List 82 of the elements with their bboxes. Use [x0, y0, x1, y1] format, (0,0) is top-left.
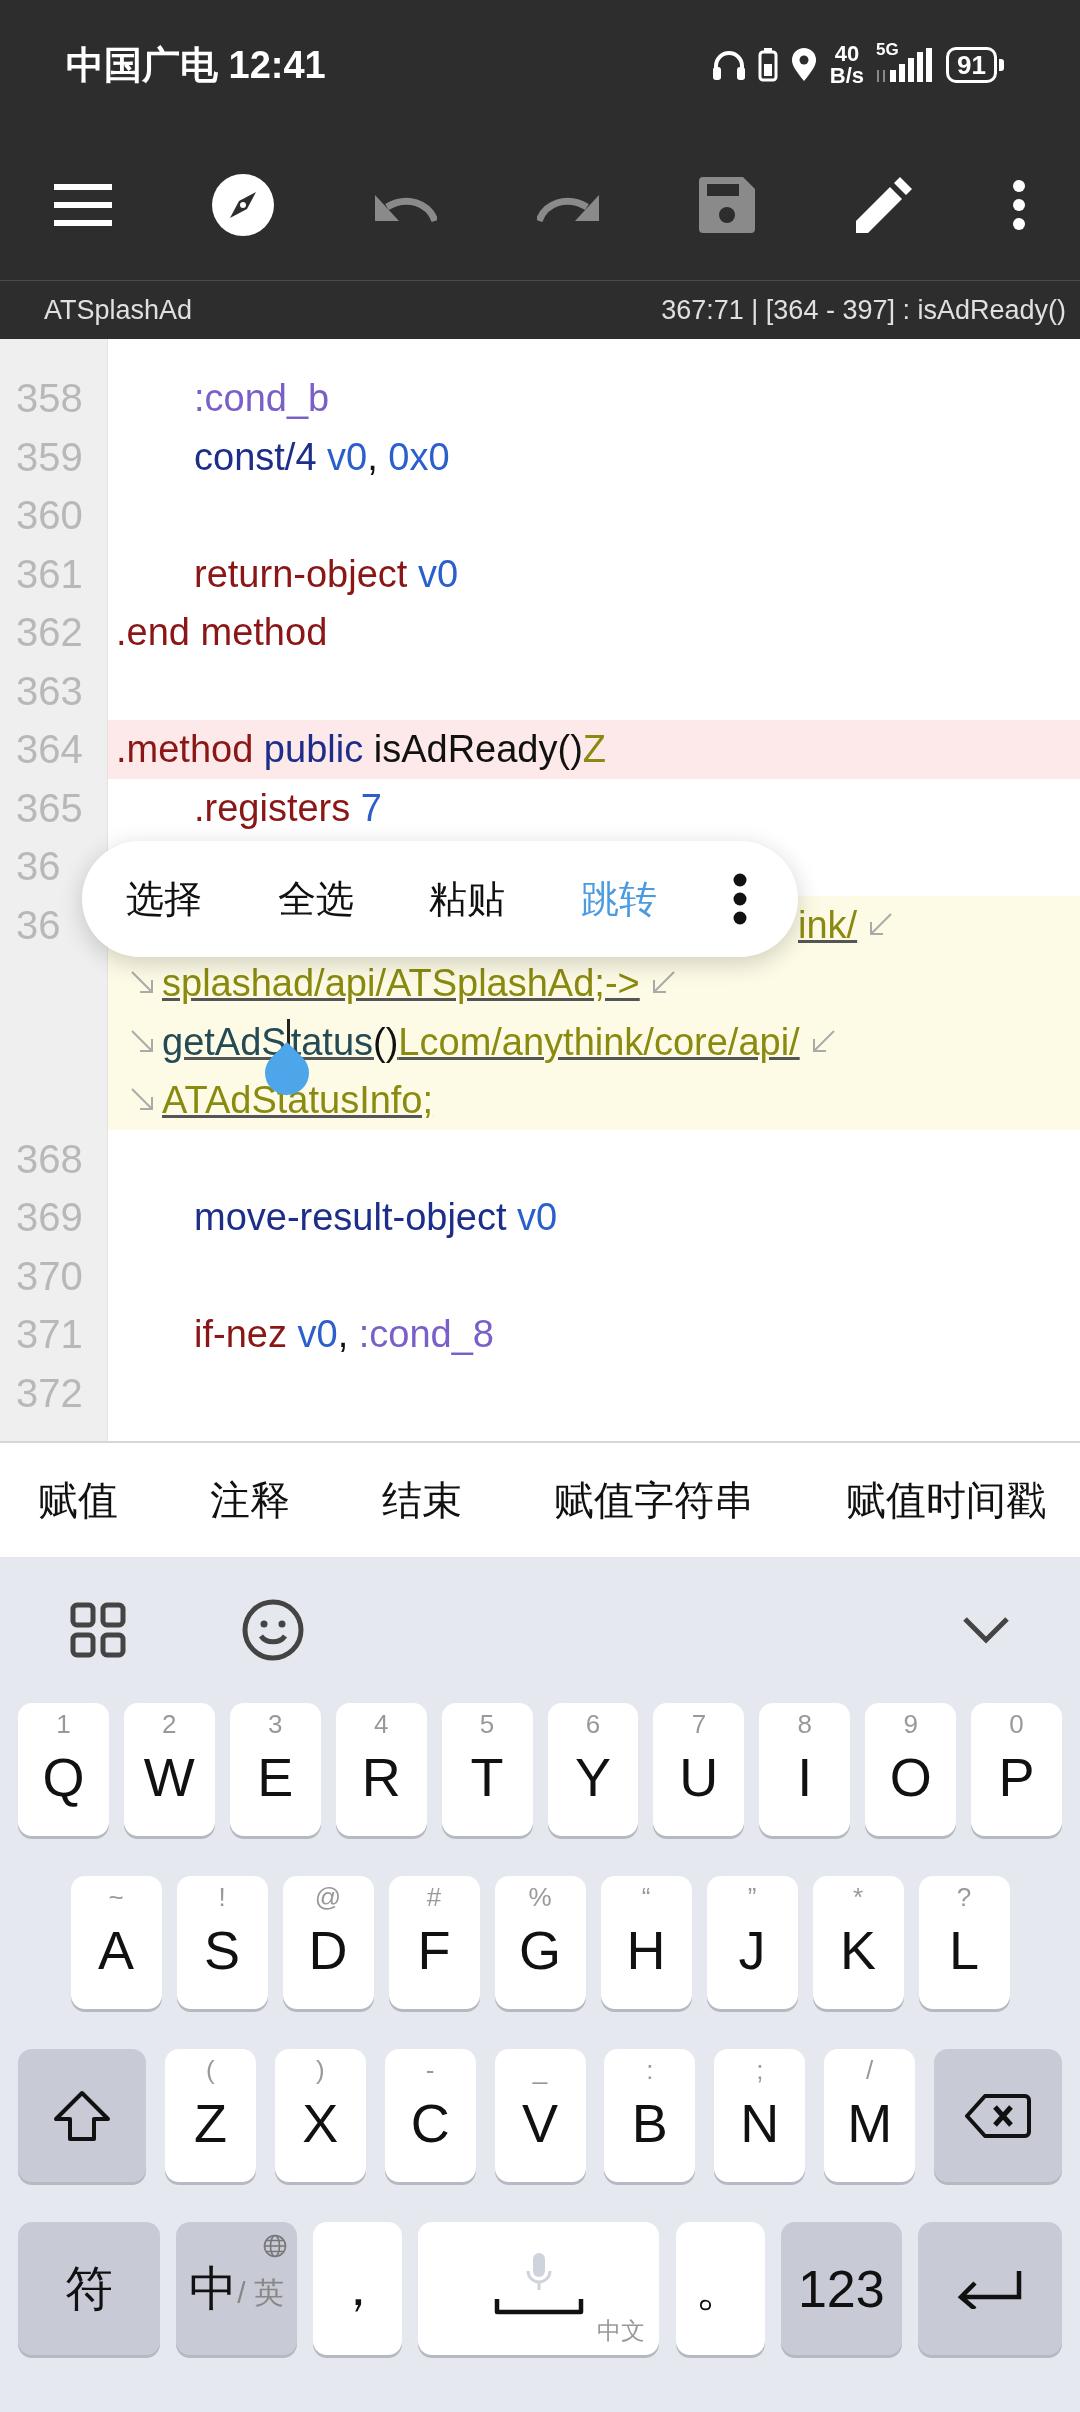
battery-icon: [757, 48, 778, 82]
letter-key[interactable]: 4 R: [335, 1703, 427, 1836]
space-icon: [493, 2296, 584, 2315]
letter-key[interactable]: - C: [384, 2049, 476, 2182]
letter-key[interactable]: 0 P: [971, 1703, 1063, 1836]
code-line: ATAdStatusInfo;: [162, 1078, 434, 1124]
code-line: if-nez v0, :cond_8: [193, 1312, 494, 1358]
letter-key[interactable]: ) X: [274, 2049, 366, 2182]
letter-key[interactable]: # F: [388, 1876, 480, 2009]
menu-item[interactable]: 粘贴: [429, 873, 505, 925]
code-line: .registers 7: [193, 785, 382, 831]
numbers-key[interactable]: 123: [780, 2222, 902, 2355]
letter-key[interactable]: 7 U: [653, 1703, 745, 1836]
compass-icon[interactable]: [212, 174, 275, 236]
suggestion-item[interactable]: 结束: [382, 1472, 462, 1528]
backspace-icon: [965, 2092, 1031, 2139]
chevron-down-icon[interactable]: [962, 1616, 1010, 1644]
location-icon: [789, 48, 818, 82]
globe-icon: [263, 2234, 288, 2258]
battery-tip: [999, 59, 1004, 71]
letter-key[interactable]: ! S: [176, 1876, 268, 2009]
microphone-icon: [525, 2252, 552, 2291]
code-line: const/4 v0, 0x0: [193, 434, 450, 480]
suggestion-item[interactable]: 注释: [210, 1472, 290, 1528]
pencil-icon[interactable]: [855, 177, 912, 233]
wrap-icon: [130, 1028, 156, 1055]
lang-key[interactable]: 中/ 英: [176, 2222, 298, 2355]
code-line: getAdS: [162, 1019, 287, 1065]
net-speed-unit: B/s: [829, 65, 865, 87]
net-speed: 40: [834, 43, 860, 65]
menu-item[interactable]: 全选: [277, 873, 354, 925]
code-line: move-result-object v0: [193, 1195, 558, 1241]
enter-icon: [956, 2268, 1023, 2309]
punct-key[interactable]: ，: [313, 2222, 403, 2355]
letter-key[interactable]: 8 I: [759, 1703, 851, 1836]
emoji-icon[interactable]: [242, 1599, 304, 1661]
network-type: 5G: [876, 40, 899, 60]
suggestion-item[interactable]: 赋值时间戳: [846, 1472, 1046, 1528]
letter-key[interactable]: 9 O: [865, 1703, 957, 1836]
letter-key[interactable]: / M: [824, 2049, 916, 2182]
menu-icon[interactable]: [54, 183, 112, 227]
shift-icon: [53, 2089, 111, 2142]
battery-level: 91: [946, 47, 997, 83]
code-line: .end method: [116, 610, 328, 656]
code-line: :cond_b: [193, 376, 330, 422]
shift-key[interactable]: [18, 2049, 146, 2182]
letter-key[interactable]: 6 Y: [547, 1703, 639, 1836]
letter-key[interactable]: 5 T: [441, 1703, 533, 1836]
letter-key[interactable]: ( Z: [164, 2049, 256, 2182]
code-line: ink/: [798, 902, 858, 948]
suggestion-item[interactable]: 赋值字符串: [554, 1472, 754, 1528]
symbols-key[interactable]: 符: [18, 2222, 160, 2355]
suggestion-item[interactable]: 赋值: [38, 1472, 118, 1528]
letter-key[interactable]: @ D: [282, 1876, 374, 2009]
letter-key[interactable]: ? L: [918, 1876, 1010, 2009]
grid-icon[interactable]: [70, 1602, 126, 1658]
code-line: tatus()Lcom/anythink/core/api/: [290, 1019, 800, 1065]
menu-item[interactable]: 选择: [126, 873, 202, 925]
more-icon[interactable]: [1011, 179, 1026, 231]
carrier-time: 中国广电 12:41: [66, 42, 326, 88]
letter-key[interactable]: 1 Q: [17, 1703, 109, 1836]
letter-key[interactable]: ; N: [714, 2049, 806, 2182]
wrap-icon: [867, 911, 894, 938]
letter-key[interactable]: _ V: [494, 2049, 586, 2182]
letter-key[interactable]: 3 E: [229, 1703, 321, 1836]
backspace-key[interactable]: [934, 2049, 1062, 2182]
cursor-position: 367:71 | [364 - 397] : isAdReady(): [661, 294, 1066, 326]
enter-key[interactable]: [917, 2222, 1062, 2355]
letter-key[interactable]: * K: [812, 1876, 904, 2009]
more-icon[interactable]: [732, 873, 748, 925]
letter-key[interactable]: 2 W: [123, 1703, 215, 1836]
code-line: return-object v0: [193, 551, 459, 597]
code-line: splashad/api/ATSplashAd;->: [162, 961, 640, 1007]
letter-key[interactable]: “ H: [600, 1876, 692, 2009]
letter-key[interactable]: % G: [494, 1876, 586, 2009]
punct-key[interactable]: 。: [675, 2222, 765, 2355]
letter-key[interactable]: ~ A: [70, 1876, 162, 2009]
code-line: .method public isAdReady()Z: [116, 727, 606, 773]
headphones-icon: [711, 49, 746, 81]
file-name: ATSplashAd: [44, 294, 193, 326]
letter-key[interactable]: : B: [604, 2049, 696, 2182]
letter-key[interactable]: ” J: [706, 1876, 798, 2009]
